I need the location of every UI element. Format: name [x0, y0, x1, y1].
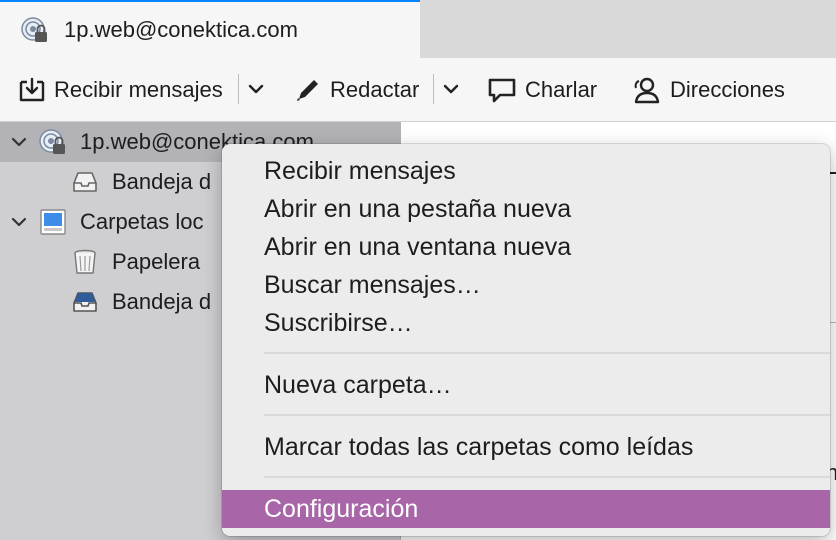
address-book-button[interactable]: Direcciones	[630, 58, 785, 122]
account-lock-icon	[39, 129, 65, 154]
chevron-down-icon[interactable]	[10, 213, 28, 231]
pencil-icon	[297, 80, 318, 101]
menu-item-open-new-window[interactable]: Abrir en una ventana nueva	[222, 228, 830, 266]
compose-button[interactable]: Redactar	[294, 58, 419, 122]
menu-item-mark-all-read[interactable]: Marcar todas las carpetas como leídas	[222, 428, 830, 466]
chevron-down-icon[interactable]	[10, 133, 28, 151]
menu-item-open-new-tab[interactable]: Abrir en una pestaña nueva	[222, 190, 830, 228]
compose-dropdown-icon[interactable]	[440, 78, 462, 100]
contacts-icon	[634, 77, 660, 104]
menu-item-settings[interactable]: Configuración	[222, 490, 830, 528]
menu-item-new-folder[interactable]: Nueva carpeta…	[222, 366, 830, 404]
menu-separator	[264, 352, 830, 354]
trash-icon	[74, 249, 96, 274]
inbox-tray-icon	[73, 172, 97, 192]
toolbar-separator	[433, 74, 434, 104]
get-messages-dropdown-icon[interactable]	[245, 78, 267, 100]
menu-separator	[264, 476, 830, 478]
menu-item-search-messages[interactable]: Buscar mensajes…	[222, 266, 830, 304]
menu-separator	[264, 414, 830, 416]
chat-label: Charlar	[525, 77, 598, 102]
chat-button[interactable]: Charlar	[487, 58, 597, 122]
folder-context-menu: Recibir mensajes Abrir en una pestaña nu…	[222, 144, 830, 536]
local-folders-label: Carpetas loc	[80, 209, 204, 234]
account-lock-icon	[21, 17, 47, 42]
toolbar-separator	[238, 74, 239, 104]
get-messages-button[interactable]: Recibir mensajes	[18, 58, 223, 122]
tab-title: 1p.web@conektica.com	[64, 17, 298, 42]
menu-item-get-messages[interactable]: Recibir mensajes	[222, 152, 830, 190]
local-inbox-label: Bandeja d	[112, 289, 212, 314]
chat-bubble-icon	[488, 78, 516, 103]
mail-toolbar: Recibir mensajes Redactar Charlar Direcc…	[0, 58, 836, 122]
inbox-label: Bandeja d	[112, 169, 212, 194]
inbox-tray-icon	[73, 292, 97, 312]
get-messages-label: Recibir mensajes	[54, 77, 223, 102]
computer-icon	[40, 209, 66, 235]
download-tray-icon	[19, 77, 45, 102]
tab-account[interactable]: 1p.web@conektica.com	[0, 0, 420, 58]
menu-item-subscribe[interactable]: Suscribirse…	[222, 304, 830, 342]
tab-strip: 1p.web@conektica.com	[0, 0, 836, 58]
trash-label: Papelera	[112, 249, 201, 274]
address-book-label: Direcciones	[670, 77, 785, 102]
compose-label: Redactar	[330, 77, 420, 102]
